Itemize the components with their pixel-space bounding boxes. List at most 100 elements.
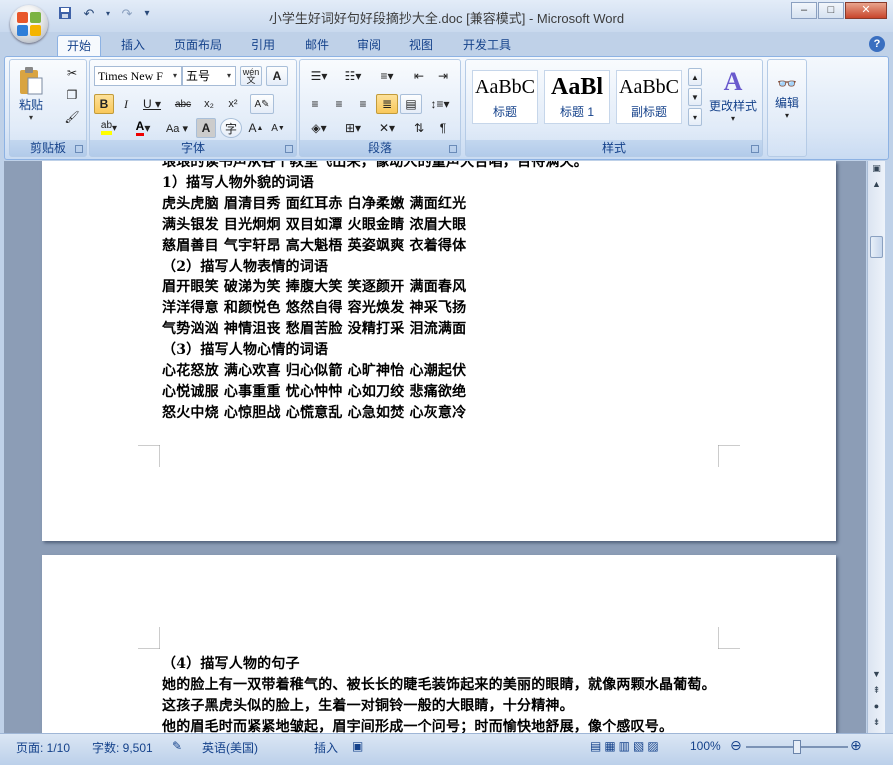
macro-record-icon[interactable]: ▣ — [352, 739, 363, 753]
scrollbar-thumb[interactable] — [870, 236, 883, 258]
undo-icon[interactable]: ↶ — [80, 6, 98, 22]
margin-mark — [138, 445, 160, 467]
margin-mark — [718, 445, 740, 467]
zoom-slider[interactable] — [746, 740, 848, 754]
tab-mailings[interactable]: 邮件 — [296, 35, 338, 56]
font-name-combo[interactable]: Times New F ▾ — [94, 66, 182, 86]
page-indicator[interactable]: 页面: 1/10 — [16, 739, 70, 756]
show-marks-icon[interactable]: ¶ — [432, 118, 454, 138]
change-styles-button[interactable]: A 更改样式 ▾ — [706, 64, 760, 126]
next-page-icon[interactable]: ⇟ — [868, 717, 885, 731]
help-icon[interactable]: ? — [869, 36, 885, 52]
shading-icon[interactable]: ◈▾ — [304, 118, 334, 138]
character-shading-button[interactable]: A — [196, 118, 216, 138]
tab-references[interactable]: 引用 — [242, 35, 284, 56]
view-buttons[interactable]: ▤▦▥▧▨ — [590, 739, 662, 753]
bullets-icon[interactable]: ☰▾ — [304, 66, 334, 86]
tab-developer[interactable]: 开发工具 — [454, 35, 520, 56]
paste-button[interactable]: 粘贴 ▾ — [14, 64, 48, 124]
copy-icon[interactable]: ❐ — [62, 86, 82, 104]
margin-mark — [138, 627, 160, 649]
italic-button[interactable]: I — [116, 94, 136, 114]
underline-button[interactable]: U ▾ — [138, 94, 166, 114]
enclose-characters-button[interactable]: 字 — [220, 118, 242, 138]
styles-scroll-down-icon[interactable]: ▼ — [688, 88, 702, 106]
zoom-level[interactable]: 100% — [690, 739, 721, 753]
sort-icon[interactable]: ⇅ — [408, 118, 430, 138]
grow-font-button[interactable]: A ▲ — [246, 118, 266, 138]
highlight-color-button[interactable]: ab ▾ — [94, 118, 124, 138]
language-indicator[interactable]: 英语(美国) — [202, 739, 258, 756]
paragraph-launcher-icon[interactable] — [449, 145, 457, 153]
character-border-button[interactable]: A — [266, 66, 288, 86]
styles-launcher-icon[interactable] — [751, 145, 759, 153]
style-subtitle[interactable]: AaBbC 副标题 — [616, 70, 682, 124]
borders-icon[interactable]: ⊞▾ — [338, 118, 368, 138]
clipboard-launcher-icon[interactable] — [75, 145, 83, 153]
ruler-toggle-icon[interactable]: ▣ — [868, 163, 885, 177]
bold-button[interactable]: B — [94, 94, 114, 114]
maximize-button[interactable]: □ — [818, 2, 844, 19]
tab-insert[interactable]: 插入 — [112, 35, 154, 56]
distributed-icon[interactable]: ▤ — [400, 94, 422, 114]
justify-icon[interactable]: ≣ — [376, 94, 398, 114]
cut-icon[interactable]: ✂ — [62, 64, 82, 82]
editing-button[interactable]: 👓 编辑 ▾ — [770, 66, 804, 128]
tab-view[interactable]: 视图 — [400, 35, 442, 56]
font-size-value: 五号 — [186, 69, 211, 83]
subscript-button[interactable]: x₂ — [198, 94, 220, 114]
previous-page-icon[interactable]: ⇞ — [868, 685, 885, 699]
font-launcher-icon[interactable] — [285, 145, 293, 153]
styles-more-icon[interactable]: ▾ — [688, 108, 702, 126]
customize-qat-icon[interactable]: ▾ — [142, 6, 152, 22]
scroll-up-icon[interactable]: ▲ — [868, 179, 885, 193]
proofing-icon[interactable]: ✎ — [172, 739, 182, 753]
tab-page-layout[interactable]: 页面布局 — [166, 35, 230, 56]
document-line: 满头银发 目光炯炯 双目如潭 火眼金睛 浓眉大眼 — [162, 216, 467, 233]
shrink-font-button[interactable]: A ▼ — [268, 118, 288, 138]
increase-indent-icon[interactable]: ⇥ — [432, 66, 454, 86]
zoom-out-icon[interactable]: ⊖ — [730, 737, 742, 754]
select-browse-object-icon[interactable]: ● — [868, 701, 885, 715]
zoom-slider-thumb[interactable] — [793, 740, 801, 754]
tab-review[interactable]: 审阅 — [348, 35, 390, 56]
save-icon[interactable] — [56, 6, 74, 22]
clear-formatting-icon[interactable]: A✎ — [250, 94, 274, 114]
superscript-button[interactable]: x² — [222, 94, 244, 114]
decrease-indent-icon[interactable]: ⇤ — [408, 66, 430, 86]
undo-dropdown-icon[interactable]: ▾ — [104, 6, 112, 22]
document-line: 眉开眼笑 破涕为笑 捧腹大笑 笑逐颜开 满面春风 — [162, 279, 467, 296]
redo-icon[interactable]: ↷ — [118, 6, 136, 22]
document-line: 虎头虎脑 眉清目秀 面红耳赤 白净柔嫩 满面红光 — [162, 195, 467, 212]
font-size-combo[interactable]: 五号 ▾ — [182, 66, 236, 86]
align-center-icon[interactable]: ≡ — [328, 94, 350, 114]
format-painter-icon[interactable]: 🖌 — [62, 108, 82, 126]
font-color-button[interactable]: A ▾ — [128, 118, 158, 138]
strikethrough-button[interactable]: abc — [170, 94, 196, 114]
zoom-in-icon[interactable]: ⊕ — [850, 737, 862, 754]
style-name: 副标题 — [630, 105, 667, 119]
insert-mode[interactable]: 插入 — [314, 739, 338, 756]
align-right-icon[interactable]: ≡ — [352, 94, 374, 114]
styles-scroll-up-icon[interactable]: ▲ — [688, 68, 702, 86]
minimize-button[interactable]: – — [791, 2, 817, 19]
scroll-down-icon[interactable]: ▼ — [868, 669, 885, 683]
document-page-1[interactable]: 琅琅的读书声从各个教室飞出来，像动人的童声大合唱，百待满天。 1）描写人物外貌的词… — [42, 161, 836, 541]
style-title[interactable]: AaBbC 标题 — [472, 70, 538, 124]
phonetic-guide-button[interactable]: wén 文 — [240, 66, 262, 86]
numbering-icon[interactable]: ☷▾ — [338, 66, 368, 86]
document-area[interactable]: 琅琅的读书声从各个教室飞出来，像动人的童声大合唱，百待满天。 1）描写人物外貌的词… — [4, 161, 866, 733]
align-left-icon[interactable]: ≡ — [304, 94, 326, 114]
chinese-layout-icon[interactable]: ✕▾ — [372, 118, 402, 138]
vertical-scrollbar[interactable]: ▣ ▲ ▼ ⇞ ● ⇟ — [867, 161, 885, 733]
change-case-button[interactable]: Aa ▾ — [162, 118, 192, 138]
document-line: 1）描写人物外貌的词语 — [162, 174, 314, 191]
close-button[interactable]: ✕ — [845, 2, 887, 19]
line-spacing-icon[interactable]: ↕≡▾ — [424, 94, 456, 114]
word-count[interactable]: 字数: 9,501 — [92, 739, 153, 756]
tab-home[interactable]: 开始 — [57, 35, 101, 56]
style-heading-1[interactable]: AaBl 标题 1 — [544, 70, 610, 124]
multilevel-list-icon[interactable]: ≡▾ — [372, 66, 402, 86]
office-button[interactable] — [10, 5, 48, 43]
document-page-2[interactable]: （4）描写人物的句子 她的脸上有一双带着稚气的、被长长的睫毛装饰起来的美丽的眼睛，… — [42, 555, 836, 733]
